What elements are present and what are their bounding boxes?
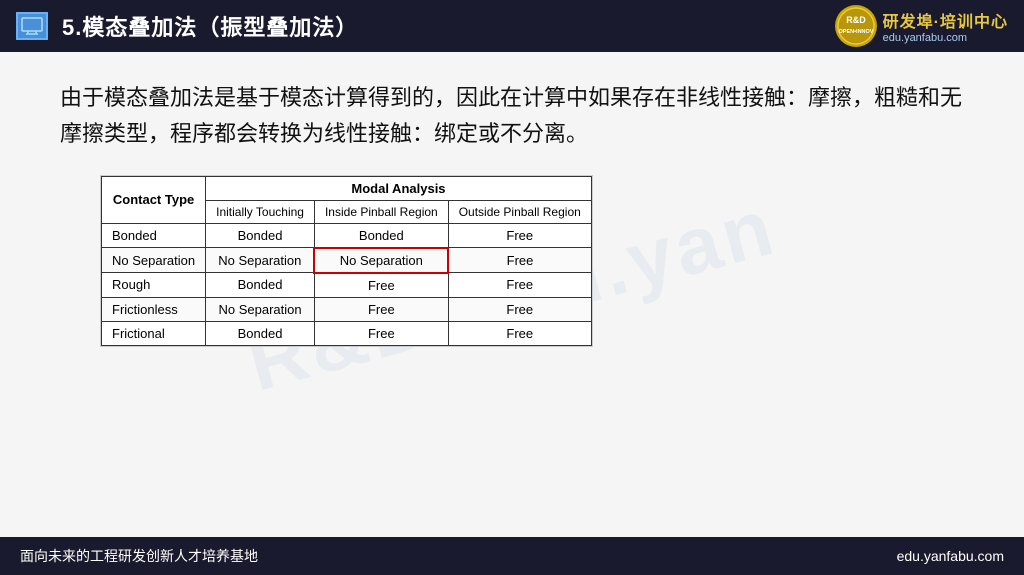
logo-url: edu.yanfabu.com <box>883 32 967 44</box>
analysis-table-container: Contact Type Modal Analysis Initially To… <box>100 175 593 347</box>
table-row: No SeparationNo SeparationNo SeparationF… <box>102 248 592 273</box>
contact-type-cell: Rough <box>102 273 206 298</box>
svg-text:OPEN•INNOV: OPEN•INNOV <box>838 29 873 35</box>
header-bar: 5.模态叠加法（振型叠加法） R&D OPEN•INNOV 研发埠·培训中心 e… <box>0 0 1024 52</box>
inside-pinball-cell: No Separation <box>314 248 448 273</box>
contact-type-cell: Frictional <box>102 321 206 345</box>
table-row: FrictionlessNo SeparationFreeFree <box>102 297 592 321</box>
inside-pinball-cell: Free <box>314 273 448 298</box>
contact-type-cell: Bonded <box>102 223 206 248</box>
footer-bar: 面向未来的工程研发创新人才培养基地 edu.yanfabu.com <box>0 537 1024 575</box>
outside-pinball-cell: Free <box>448 273 591 298</box>
contact-type-cell: Frictionless <box>102 297 206 321</box>
logo: R&D OPEN•INNOV 研发埠·培训中心 edu.yanfabu.com <box>835 5 1008 47</box>
main-paragraph: 由于模态叠加法是基于模态计算得到的，因此在计算中如果存在非线性接触：摩擦，粗糙和… <box>60 80 964 153</box>
col-inside: Inside Pinball Region <box>314 200 448 223</box>
outside-pinball-cell: Free <box>448 223 591 248</box>
initially-touching-cell: Bonded <box>206 223 315 248</box>
contact-type-cell: No Separation <box>102 248 206 273</box>
table-row: RoughBondedFreeFree <box>102 273 592 298</box>
outside-pinball-cell: Free <box>448 321 591 345</box>
monitor-icon <box>16 12 48 40</box>
slide-title: 5.模态叠加法（振型叠加法） <box>62 10 835 42</box>
modal-analysis-table: Contact Type Modal Analysis Initially To… <box>101 176 592 346</box>
inside-pinball-cell: Free <box>314 321 448 345</box>
logo-text: 研发埠·培训中心 edu.yanfabu.com <box>883 8 1008 44</box>
modal-analysis-header: Modal Analysis <box>206 176 592 200</box>
inside-pinball-cell: Bonded <box>314 223 448 248</box>
footer-url: edu.yanfabu.com <box>897 548 1004 564</box>
footer-tagline: 面向未来的工程研发创新人才培养基地 <box>20 546 258 566</box>
contact-type-header: Contact Type <box>102 176 206 223</box>
main-content: R&D edu.yan 由于模态叠加法是基于模态计算得到的，因此在计算中如果存在… <box>0 52 1024 537</box>
col-outside: Outside Pinball Region <box>448 200 591 223</box>
initially-touching-cell: Bonded <box>206 273 315 298</box>
outside-pinball-cell: Free <box>448 248 591 273</box>
slide: 5.模态叠加法（振型叠加法） R&D OPEN•INNOV 研发埠·培训中心 e… <box>0 0 1024 575</box>
table-row: FrictionalBondedFreeFree <box>102 321 592 345</box>
inside-pinball-cell: Free <box>314 297 448 321</box>
outside-pinball-cell: Free <box>448 297 591 321</box>
initially-touching-cell: Bonded <box>206 321 315 345</box>
logo-brand: 研发埠·培训中心 <box>883 8 1008 32</box>
initially-touching-cell: No Separation <box>206 248 315 273</box>
logo-circle: R&D OPEN•INNOV <box>835 5 877 47</box>
table-row: BondedBondedBondedFree <box>102 223 592 248</box>
col-initially: Initially Touching <box>206 200 315 223</box>
svg-text:R&D: R&D <box>846 15 866 25</box>
initially-touching-cell: No Separation <box>206 297 315 321</box>
